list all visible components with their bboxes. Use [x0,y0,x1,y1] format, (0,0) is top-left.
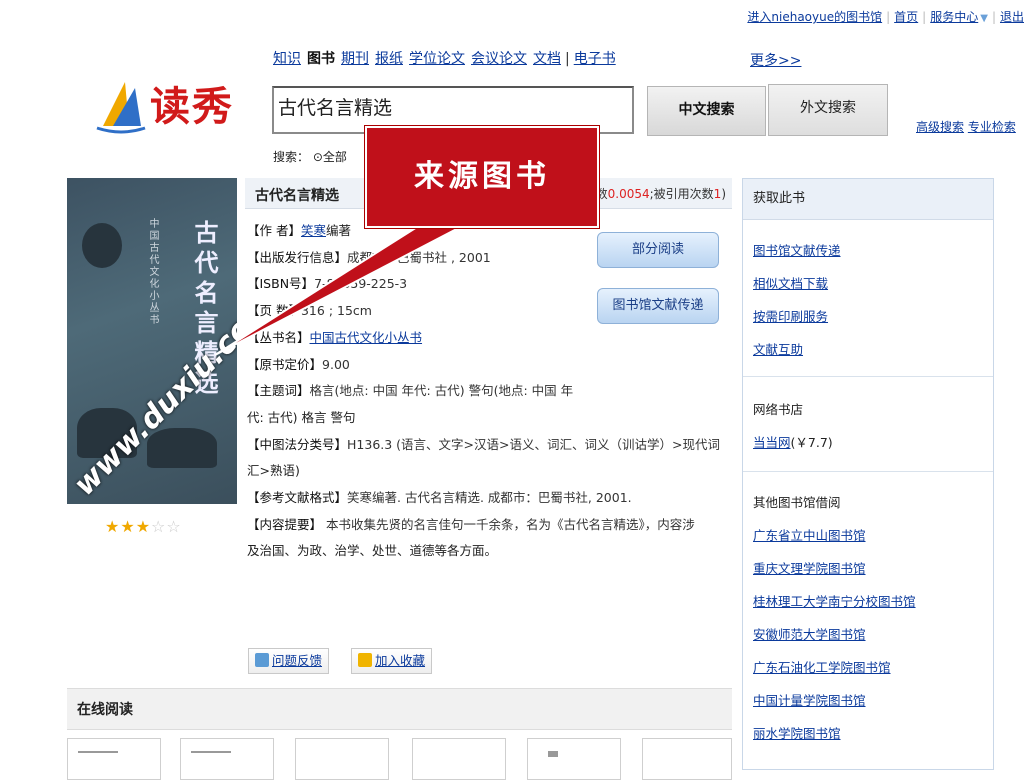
nav-item-newspapers[interactable]: 报纸 [375,51,403,67]
subject-row: 【主题词】格言(地点: 中国 年代: 古代) 警句(地点: 中国 年 [247,383,574,399]
nav-item-knowledge[interactable]: 知识 [273,51,301,67]
star-icon: ★ [120,517,136,536]
get-links: 图书馆文献传递 相似文档下载 按需印刷服务 文献互助 [743,220,993,376]
separator: | [922,10,927,24]
reference-row: 【参考文献格式】笑寒编著. 古代名言精选. 成都市：巴蜀书社, 2001. [247,490,632,506]
library-link[interactable]: 广东省立中山图书馆 [753,528,866,543]
nav-item-books[interactable]: 图书 [307,51,335,67]
price-row: 【原书定价】9.00 [247,356,350,372]
online-reading-title: 在线阅读 [77,702,133,718]
separator: | [886,10,891,24]
scope-option[interactable]: 全部 [323,150,347,164]
chinese-search-button[interactable]: 中文搜索 [647,86,766,136]
page-thumbnail[interactable] [642,738,732,780]
clc-row: 【中图法分类号】H136.3 (语言、文字>汉语>语义、词汇、词义（训诂学）>现… [247,436,720,452]
library-delivery-button[interactable]: 图书馆文献传递 [597,288,719,324]
bookstore-section: 网络书店 当当网(￥7.7) [743,377,993,471]
nav-item-theses[interactable]: 学位论文 [409,51,465,67]
print-on-demand-link[interactable]: 按需印刷服务 [753,309,828,324]
logo-text: 读秀 [150,83,234,130]
dangdang-link[interactable]: 当当网 [753,435,791,450]
foreign-search-button[interactable]: 外文搜索 [768,84,888,136]
separator: | [991,10,996,24]
action-row: 问题反馈 加入收藏 [248,648,454,674]
summary-row: 【内容提要】 本书收集先贤的名言佳句一千余条，名为《古代名言精选》，内容涉 [247,516,695,532]
top-user-bar: 进入niehaoyue的图书馆 | 首页 | 服务中心 ▼ | 退出 [747,8,1024,25]
summary-row-cont: 及治国、为政、治学、处世、道德等各方面。 [247,543,498,559]
star-empty-icon: ☆ [151,517,167,536]
radio-icon[interactable]: ⊙ [313,150,323,164]
advanced-search-link[interactable]: 高级搜索 [916,120,964,134]
edit-icon [255,653,269,667]
more-link[interactable]: 更多>> [750,50,801,70]
library-link[interactable]: 安徽师范大学图书馆 [753,627,866,642]
scope-label: 搜索： [273,150,310,164]
nav-item-ebooks[interactable]: 电子书 [574,51,616,67]
favorite-icon [358,653,373,667]
nav-item-journals[interactable]: 期刊 [341,51,369,67]
page-thumbnail[interactable] [412,738,506,780]
sidebar-header: 获取此书 [743,179,993,220]
libraries-section: 其他图书馆借阅 广东省立中山图书馆 重庆文理学院图书馆 桂林理工大学南宁分校图书… [743,472,993,750]
partial-read-button[interactable]: 部分阅读 [597,232,719,268]
star-empty-icon: ☆ [166,517,182,536]
subject-row-cont: 代: 古代) 格言 警句 [247,409,356,425]
chevron-down-icon[interactable]: ▼ [980,13,988,24]
book-details: 【作 者】笑寒编著 【出版发行信息】成都市：巴蜀书社 , 2001 【ISBN号… [247,218,732,565]
online-reading-bar: 在线阅读 [67,688,732,730]
ill-link[interactable]: 图书馆文献传递 [753,243,841,258]
library-link[interactable]: 丽水学院图书馆 [753,726,841,741]
page-thumbnail[interactable] [67,738,161,780]
citation-info: 数0.0054;被引用次数1) [595,187,726,201]
cover-series: 中国古代文化小丛书 [147,218,158,326]
book-cover[interactable]: 中国古代文化小丛书 古代名言精选 www.duxiu.com [67,178,237,504]
sailboat-logo-icon [96,82,146,134]
logout-link[interactable]: 退出 [1000,10,1024,24]
nav-item-documents[interactable]: 文档 [533,51,561,67]
nav-item-conference[interactable]: 会议论文 [471,51,527,67]
clc-row-cont: 汇>熟语) [247,463,300,479]
series-link[interactable]: 中国古代文化小丛书 [310,330,423,345]
service-center-link[interactable]: 服务中心 [930,10,978,24]
library-link[interactable]: 重庆文理学院图书馆 [753,561,866,576]
category-nav: 知识 图书 期刊 报纸 学位论文 会议论文 文档 | 电子书 [273,48,622,68]
similar-docs-link[interactable]: 相似文档下载 [753,276,828,291]
enter-my-library-link[interactable]: 进入niehaoyue的图书馆 [747,10,882,24]
get-book-sidebar: 获取此书 图书馆文献传递 相似文档下载 按需印刷服务 文献互助 网络书店 当当网… [742,178,994,770]
advanced-search-links: 高级搜索 专业检索 [916,118,1016,135]
pro-search-link[interactable]: 专业检索 [968,120,1016,134]
feedback-button[interactable]: 问题反馈 [248,648,330,674]
library-link[interactable]: 中国计量学院图书馆 [753,693,866,708]
star-icon: ★ [135,517,152,536]
library-link[interactable]: 广东石油化工学院图书馆 [753,660,891,675]
duxiu-logo[interactable]: 读秀 [95,74,245,134]
page-thumbnail[interactable] [527,738,621,780]
page-thumbnail[interactable] [180,738,274,780]
dangdang-price: (￥7.7) [790,435,833,450]
libraries-heading: 其他图书馆借阅 [753,495,841,510]
favorite-button[interactable]: 加入收藏 [351,648,433,674]
book-title: 古代名言精选 [255,188,339,204]
source-book-callout: 来源图书 [365,126,599,228]
separator: | [565,51,570,67]
library-link[interactable]: 桂林理工大学南宁分校图书馆 [753,594,916,609]
rating-stars: ★★★☆☆ [105,517,182,536]
page-thumbnail[interactable] [295,738,389,780]
doc-mutual-aid-link[interactable]: 文献互助 [753,342,803,357]
author-link[interactable]: 笑寒 [301,223,326,238]
series-row: 【丛书名】中国古代文化小丛书 [247,329,423,345]
search-scope: 搜索： ⊙全部 [273,148,347,165]
home-link[interactable]: 首页 [894,10,918,24]
star-icon: ★ [105,517,121,536]
bookstore-heading: 网络书店 [753,402,804,417]
